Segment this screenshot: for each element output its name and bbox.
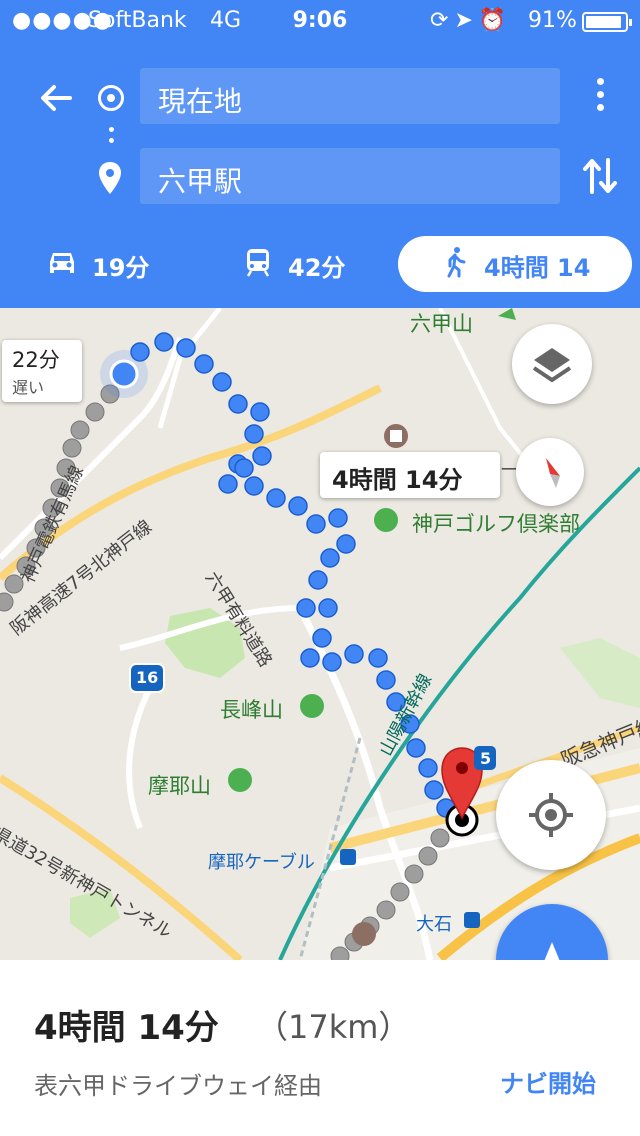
station-icon	[464, 912, 480, 928]
summary-via: 表六甲ドライブウェイ経由	[34, 1072, 322, 1100]
destination-pin-center	[456, 762, 468, 774]
battery-percent: 91%	[528, 8, 577, 33]
walk-duration: 4時間 14	[484, 254, 591, 282]
navigation-arrow-icon	[544, 942, 560, 960]
status-bar: ●●●●● SoftBank 4G 9:06 ⟳➤⏰ 91%	[0, 0, 640, 40]
compass-button[interactable]	[516, 438, 584, 506]
crosshair-icon	[529, 793, 573, 837]
label-route16: 16	[136, 668, 159, 687]
mode-tab-car[interactable]: 19分	[46, 236, 196, 292]
map-view[interactable]: 六甲山 神戸ゴルフ倶楽部 長峰山 摩耶山 摩耶ケーブル 大石 ーパーク 六甲有料…	[0, 308, 640, 960]
route-connector-dots	[108, 124, 114, 164]
status-icons: ⟳➤⏰	[430, 8, 512, 33]
destination-pin-icon	[99, 162, 121, 194]
mountain-icon	[300, 694, 324, 718]
mountain-icon	[498, 308, 516, 320]
summary-duration: 4時間 14分	[34, 1008, 219, 1048]
label-maya: 摩耶山	[148, 774, 211, 798]
walking-person-icon	[447, 247, 466, 278]
back-arrow-icon[interactable]	[36, 78, 76, 118]
road-route16	[126, 686, 153, 830]
location-arrow-icon: ➤	[454, 8, 479, 33]
mountain-icon	[228, 768, 252, 792]
battery-fill	[586, 16, 621, 28]
park-area	[560, 638, 640, 708]
more-options-icon[interactable]	[588, 78, 612, 118]
mode-tab-walk[interactable]: 4時間 14	[398, 236, 632, 292]
rotation-lock-icon: ⟳	[430, 8, 455, 33]
layers-icon	[532, 348, 572, 383]
navigation-button[interactable]	[496, 904, 608, 960]
my-location-button[interactable]	[496, 760, 606, 870]
car-duration: 19分	[92, 254, 150, 282]
origin-field[interactable]: 現在地	[140, 68, 560, 124]
label-route15: 5	[480, 749, 492, 768]
label-nagamine: 長峰山	[220, 698, 283, 722]
start-navigation-button[interactable]: ナビ開始	[500, 1064, 596, 1099]
summary-distance: （17km）	[256, 1008, 411, 1046]
golf-icon	[374, 508, 398, 532]
layers-button[interactable]	[512, 324, 592, 404]
current-location-marker	[109, 359, 139, 389]
route-summary-panel[interactable]: 4時間 14分 （17km） 表六甲ドライブウェイ経由 ナビ開始	[0, 960, 640, 1136]
battery-icon	[582, 12, 632, 32]
zoo-icon	[352, 922, 376, 946]
alternate-route-callout[interactable]: 22分 遅い	[2, 340, 82, 402]
label-golf: 神戸ゴルフ倶楽部	[412, 512, 580, 536]
label-rokko-san: 六甲山	[410, 312, 473, 336]
swap-direction-icon[interactable]	[582, 154, 618, 198]
transit-duration: 42分	[288, 254, 346, 282]
alternate-route-note: 遅い	[12, 378, 45, 397]
label-oishi: 大石	[416, 914, 452, 935]
directions-header: 現在地 六甲駅 19分 42分 4時間 14	[0, 40, 640, 308]
car-icon	[50, 253, 74, 273]
poi-icon	[390, 430, 402, 442]
origin-marker-icon	[98, 85, 124, 111]
alternate-route-time: 22分	[12, 348, 60, 372]
route-duration-callout[interactable]: 4時間 14分	[320, 452, 500, 498]
label-maya-cable: 摩耶ケーブル	[208, 852, 315, 873]
compass-icon	[546, 458, 560, 488]
alarm-icon: ⏰	[478, 8, 513, 33]
train-icon	[246, 249, 270, 277]
cable-station-icon	[340, 849, 356, 865]
destination-field[interactable]: 六甲駅	[140, 148, 560, 204]
mode-tab-transit[interactable]: 42分	[242, 236, 392, 292]
